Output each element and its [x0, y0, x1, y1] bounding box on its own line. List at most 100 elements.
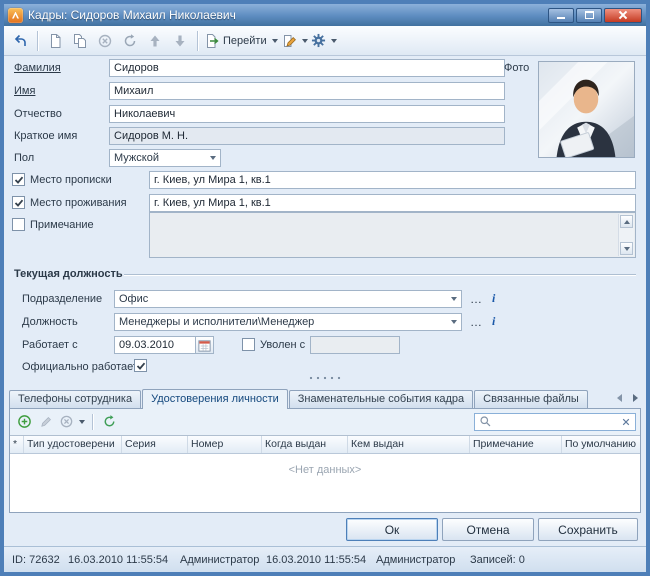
tab-employee-phones[interactable]: Телефоны сотрудника	[9, 390, 141, 408]
employee-photo-image	[539, 62, 634, 157]
window-controls	[548, 8, 642, 23]
close-button[interactable]	[604, 8, 642, 23]
note-checkbox[interactable]	[12, 218, 25, 231]
edit-actions-button[interactable]	[280, 29, 309, 53]
note-textarea[interactable]	[149, 212, 636, 258]
department-select[interactable]: Офис	[114, 290, 462, 308]
column-header-marker[interactable]: *	[10, 436, 24, 453]
toolbar-separator	[197, 31, 198, 51]
main-toolbar: Перейти	[4, 26, 646, 56]
dismissed-since-input[interactable]	[310, 336, 400, 354]
splitter-handle[interactable]	[307, 376, 343, 380]
checkmark-icon	[14, 198, 24, 208]
residence-checkbox[interactable]	[12, 196, 25, 209]
works-since-calendar-button[interactable]	[195, 336, 214, 354]
tab-scroll-right-button[interactable]	[629, 392, 641, 404]
calendar-icon	[197, 338, 212, 353]
arrow-down-icon	[172, 33, 188, 49]
minimize-button[interactable]	[548, 8, 574, 23]
scroll-down-icon[interactable]	[620, 242, 633, 255]
position-select[interactable]: Менеджеры и исполнители\Менеджер	[114, 313, 462, 331]
save-button[interactable]: Сохранить	[538, 518, 638, 541]
undo-icon	[12, 33, 28, 49]
gender-select[interactable]: Мужской	[109, 149, 221, 167]
minimize-icon	[557, 17, 565, 19]
tab-related-files[interactable]: Связанные файлы	[474, 390, 588, 408]
ok-button[interactable]: Ок	[346, 518, 438, 541]
refresh-grid-button[interactable]	[99, 412, 119, 432]
column-header-id-type[interactable]: Тип удостоверени	[24, 436, 122, 453]
copy-icon	[72, 33, 88, 49]
goto-button-label: Перейти	[223, 35, 267, 47]
title-bar[interactable]: Кадры: Сидоров Михаил Николаевич	[4, 4, 646, 26]
status-record-id: ID: 72632	[12, 554, 60, 566]
add-record-button[interactable]	[14, 412, 34, 432]
position-info-button[interactable]: i	[492, 314, 495, 328]
residence-label: Место проживания	[30, 197, 127, 209]
toolbar-separator	[92, 414, 93, 430]
move-down-button[interactable]	[168, 29, 192, 53]
tab-identity-documents[interactable]: Удостоверения личности	[142, 389, 288, 409]
registration-label: Место прописки	[30, 174, 112, 186]
note-label: Примечание	[30, 219, 94, 231]
search-input[interactable]	[495, 416, 618, 428]
gender-label: Пол	[14, 152, 34, 164]
chevron-down-icon	[206, 151, 219, 165]
refresh-icon	[122, 33, 138, 49]
identity-documents-panel: * Тип удостоверени Серия Номер Когда выд…	[9, 408, 641, 513]
copy-record-button[interactable]	[68, 29, 92, 53]
refresh-button[interactable]	[118, 29, 142, 53]
tab-notable-events[interactable]: Знаменательные события кадра	[289, 390, 473, 408]
department-info-button[interactable]: i	[492, 291, 495, 305]
grid-body: <Нет данных>	[10, 454, 640, 512]
grid-search-box[interactable]	[474, 413, 636, 431]
clear-search-icon[interactable]	[621, 417, 631, 427]
goto-icon	[204, 33, 220, 49]
maximize-button[interactable]	[576, 8, 602, 23]
registration-checkbox[interactable]	[12, 173, 25, 186]
chevron-down-icon	[79, 420, 85, 424]
status-bar: ID: 72632 16.03.2010 11:55:54 Администра…	[4, 546, 646, 572]
grid-empty-message: <Нет данных>	[10, 464, 640, 476]
works-since-input[interactable]	[114, 336, 196, 354]
dismissed-since-checkbox[interactable]	[242, 338, 255, 351]
column-header-number[interactable]: Номер	[188, 436, 262, 453]
column-header-series[interactable]: Серия	[122, 436, 188, 453]
works-since-label: Работает с	[22, 339, 78, 351]
chevron-down-icon	[331, 39, 337, 43]
position-ellipsis-button[interactable]: …	[470, 315, 482, 329]
cancel-button[interactable]: Отмена	[442, 518, 534, 541]
scroll-up-icon[interactable]	[620, 215, 633, 228]
tab-scroll-left-button[interactable]	[613, 392, 625, 404]
delete-grid-record-button[interactable]	[58, 412, 86, 432]
column-header-note[interactable]: Примечание	[470, 436, 562, 453]
officially-works-checkbox[interactable]	[134, 359, 147, 372]
registration-address-input[interactable]	[149, 171, 636, 189]
delete-icon	[97, 33, 113, 49]
column-header-default[interactable]: По умолчанию	[562, 436, 640, 453]
app-icon	[8, 8, 23, 23]
new-record-button[interactable]	[43, 29, 67, 53]
patronymic-input[interactable]	[109, 105, 505, 123]
undo-button[interactable]	[8, 29, 32, 53]
firstname-input[interactable]	[109, 82, 505, 100]
surname-input[interactable]	[109, 59, 505, 77]
window-title: Кадры: Сидоров Михаил Николаевич	[28, 8, 543, 22]
pencil-icon	[39, 414, 54, 429]
section-divider	[124, 274, 636, 275]
position-value: Менеджеры и исполнители\Менеджер	[119, 316, 314, 328]
settings-button[interactable]	[310, 29, 338, 53]
column-header-issue-date[interactable]: Когда выдан	[262, 436, 348, 453]
edit-record-button[interactable]	[36, 412, 56, 432]
move-up-button[interactable]	[143, 29, 167, 53]
department-ellipsis-button[interactable]: …	[470, 292, 482, 306]
note-scrollbar[interactable]	[618, 214, 634, 256]
current-position-section-title: Текущая должность	[14, 268, 123, 280]
checkmark-icon	[14, 175, 24, 185]
photo-label: Фото	[504, 62, 529, 74]
shortname-input[interactable]	[109, 127, 505, 145]
column-header-issued-by[interactable]: Кем выдан	[348, 436, 470, 453]
goto-button[interactable]: Перейти	[203, 29, 279, 53]
delete-record-button[interactable]	[93, 29, 117, 53]
residence-address-input[interactable]	[149, 194, 636, 212]
